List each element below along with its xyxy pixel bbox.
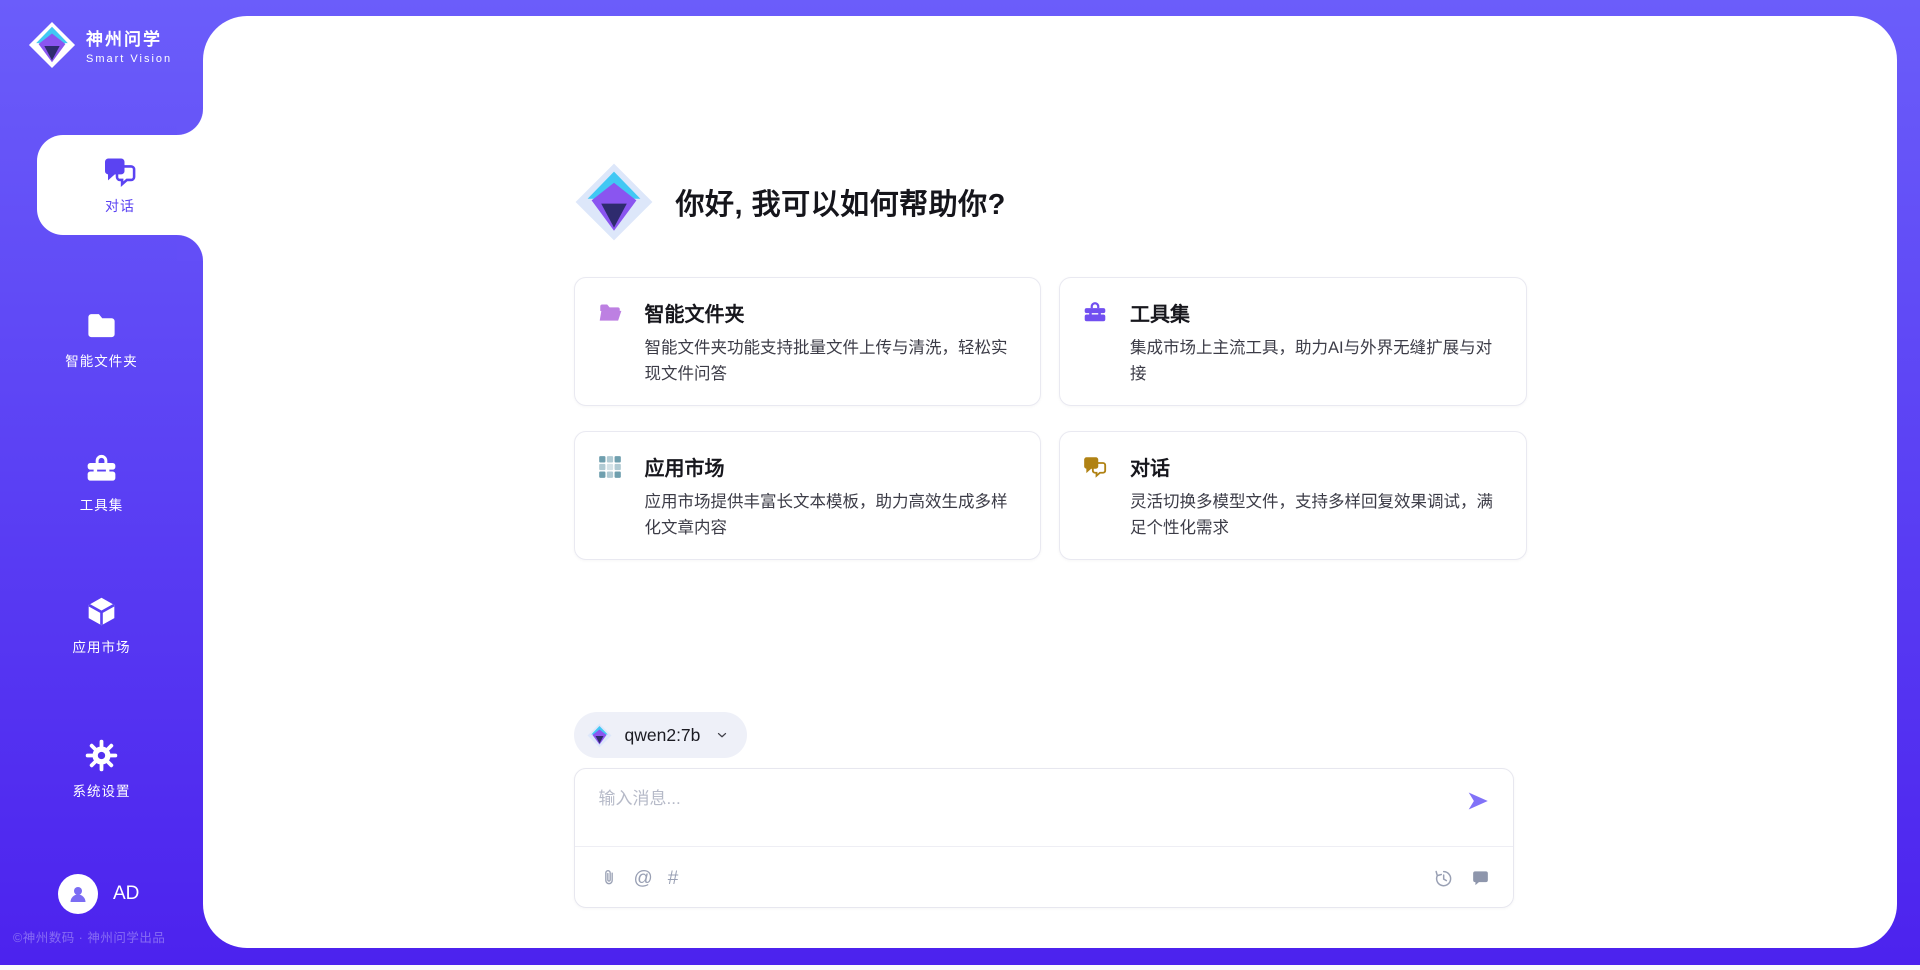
at-sign-icon: @ <box>634 869 653 888</box>
card-title: 工具集 <box>1130 298 1190 327</box>
chat-bubbles-icon <box>1082 454 1108 480</box>
quick-message-button[interactable] <box>1470 868 1491 889</box>
send-button[interactable] <box>1465 788 1491 814</box>
hash-icon: # <box>668 869 679 888</box>
card-description: 智能文件夹功能支持批量文件上传与清洗，轻松实现文件问答 <box>645 336 1017 387</box>
brand-name: 神州问学 <box>86 25 172 50</box>
brand-diamond-icon <box>587 723 612 748</box>
avatar <box>58 874 98 914</box>
card-title: 智能文件夹 <box>645 298 745 327</box>
composer-toolbar: @ # <box>599 847 1491 909</box>
chevron-down-icon <box>715 728 729 742</box>
chat-bubbles-icon <box>102 154 138 190</box>
card-head: 对话 <box>1082 452 1502 481</box>
message-input[interactable] <box>599 784 1439 840</box>
card-head: 应用市场 <box>597 452 1017 481</box>
card-chat[interactable]: 对话 灵活切换多模型文件，支持多样回复效果调试，满足个性化需求 <box>1059 431 1527 560</box>
greeting-row: 你好, 我可以如何帮助你? <box>574 162 1006 242</box>
user-account-button[interactable]: AD <box>58 874 139 914</box>
sidebar-item-label: 对话 <box>105 196 135 216</box>
sidebar-item-smart-folder[interactable]: 智能文件夹 <box>0 308 203 370</box>
sidebar-item-label: 系统设置 <box>73 780 131 800</box>
message-composer: @ # <box>574 768 1514 908</box>
card-app-market[interactable]: 应用市场 应用市场提供丰富长文本模板，助力高效生成多样化文章内容 <box>574 431 1042 560</box>
user-name: AD <box>113 883 139 905</box>
sidebar-item-toolset[interactable]: 工具集 <box>0 452 203 514</box>
toolbar-left: @ # <box>599 868 679 888</box>
sidebar-item-chat[interactable]: 对话 <box>37 135 203 235</box>
card-title: 应用市场 <box>645 452 725 481</box>
paperclip-icon <box>599 868 619 888</box>
message-square-icon <box>1470 868 1491 889</box>
toolbar-right <box>1433 868 1491 889</box>
greeting-title: 你好, 我可以如何帮助你? <box>676 181 1006 223</box>
brand-text: 神州问学 Smart Vision <box>86 25 172 65</box>
card-description: 集成市场上主流工具，助力AI与外界无缝扩展与对接 <box>1130 336 1502 387</box>
bottom-strip <box>0 965 1920 970</box>
attach-file-button[interactable] <box>599 868 619 888</box>
app-grid-icon <box>597 454 623 480</box>
content-column: 你好, 我可以如何帮助你? 智能文件夹 智能文件夹功能支持批量文件上传与清洗，轻… <box>574 16 1527 948</box>
sidebar-item-label: 智能文件夹 <box>65 350 138 370</box>
brand-diamond-icon <box>28 21 76 69</box>
card-head: 工具集 <box>1082 298 1502 327</box>
brand-diamond-icon <box>574 162 654 242</box>
sidebar-item-label: 应用市场 <box>73 636 131 656</box>
sidebar: 神州问学 Smart Vision 对话 智能文件夹 <box>0 0 203 970</box>
history-button[interactable] <box>1433 868 1454 889</box>
topic-button[interactable]: # <box>668 869 679 888</box>
mention-button[interactable]: @ <box>634 869 653 888</box>
card-toolset[interactable]: 工具集 集成市场上主流工具，助力AI与外界无缝扩展与对接 <box>1059 277 1527 406</box>
brand: 神州问学 Smart Vision <box>28 21 172 69</box>
card-description: 应用市场提供丰富长文本模板，助力高效生成多样化文章内容 <box>645 490 1017 541</box>
brand-subtitle: Smart Vision <box>86 53 172 65</box>
history-icon <box>1433 868 1454 889</box>
feature-cards: 智能文件夹 智能文件夹功能支持批量文件上传与清洗，轻松实现文件问答 工具 <box>574 277 1527 560</box>
toolbox-icon <box>84 452 119 487</box>
sidebar-item-settings[interactable]: 系统设置 <box>0 738 203 800</box>
sidebar-item-app-market[interactable]: 应用市场 <box>0 594 203 656</box>
model-selector[interactable]: qwen2:7b <box>574 712 748 758</box>
copyright-footer: ©神州数码 · 神州问学出品 <box>13 927 165 946</box>
model-name: qwen2:7b <box>625 725 701 746</box>
folder-open-icon <box>597 300 623 326</box>
send-icon <box>1465 788 1491 814</box>
folder-icon <box>84 308 119 343</box>
sidebar-item-label: 工具集 <box>80 494 124 514</box>
app-window: 你好, 我可以如何帮助你? 智能文件夹 智能文件夹功能支持批量文件上传与清洗，轻… <box>0 0 1920 970</box>
gear-icon <box>84 738 119 773</box>
toolbox-icon <box>1082 300 1108 326</box>
card-title: 对话 <box>1130 452 1170 481</box>
person-icon <box>66 882 90 906</box>
card-head: 智能文件夹 <box>597 298 1017 327</box>
cube-icon <box>84 594 119 629</box>
card-smart-folder[interactable]: 智能文件夹 智能文件夹功能支持批量文件上传与清洗，轻松实现文件问答 <box>574 277 1042 406</box>
card-description: 灵活切换多模型文件，支持多样回复效果调试，满足个性化需求 <box>1130 490 1502 541</box>
main-content-area: 你好, 我可以如何帮助你? 智能文件夹 智能文件夹功能支持批量文件上传与清洗，轻… <box>203 16 1897 948</box>
